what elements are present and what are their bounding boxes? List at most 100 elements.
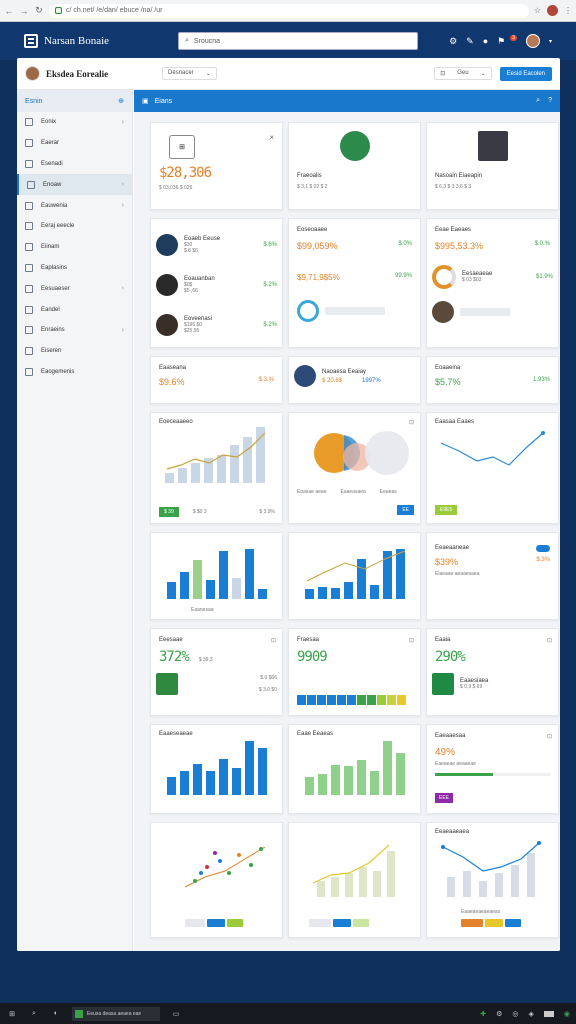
search-icon[interactable]: ⌕ [28,1008,40,1020]
forward-icon[interactable]: → [19,6,29,16]
sidebar-item[interactable]: Eaerar [17,133,132,154]
sidebar-item[interactable]: Eiseren [17,341,132,362]
view-dropdown[interactable]: Desnacer ⌄ [162,67,217,80]
profile-card[interactable]: Nasoain Eiaeapin $ 6,3 $ 3 3,6 $ 3 [426,122,559,210]
nav-icon [25,243,33,252]
bar-chart-card[interactable] [288,532,421,620]
kpi-card[interactable]: Eaeaaesaa ⊡ 49% Eaeaeae aeaaeae EEE [426,724,559,814]
toggle-switch[interactable] [536,545,550,552]
settings-icon[interactable]: ⊡ [547,733,552,740]
window-icon[interactable]: ▭ [170,1008,182,1020]
settings-icon[interactable]: ⚙ [496,1010,502,1018]
nav-icon [25,263,33,272]
sidebar-item[interactable]: Eaogemenis [17,362,132,383]
venn-chart-card[interactable]: ⊡ Eoasae aeae Eaaeasaea Eeaeas EE [288,412,421,524]
bar [344,766,353,795]
card-button[interactable]: EE [397,505,414,515]
wifi-icon[interactable]: ◎ [512,1010,518,1018]
scatter-chart-card[interactable] [150,822,283,938]
settings-icon[interactable]: ● [483,36,488,46]
kpi-card[interactable]: Naoaesa Eeaiay $ 20,6$ 1997% [288,356,421,404]
bar-chart-card[interactable]: Eaanesaa [150,532,283,620]
legend-item: Eaaeasaea [340,489,366,495]
card-sub: $ 39,3 [198,657,213,663]
person-row[interactable]: Eoaeb Eeuse $30 $.6 $6 $.6% [151,225,282,265]
bar-chart-card[interactable]: Eaae Eeaeas [288,724,421,814]
person-row[interactable]: Eoveenasi $196 $0 $25.95 $.2% [151,305,282,345]
toggle-card[interactable]: Eeaeaaneae $39% $.3% Eiaeaae aeaaesaea [426,532,559,620]
sidebar-item-label: Eaerar [41,140,60,147]
settings-icon[interactable]: ⊡ [547,637,552,644]
filter-dropdown[interactable]: ⊡ Geu ⌄ [434,67,492,80]
bar [219,759,228,795]
edge-icon[interactable]: ◐ [50,1008,62,1020]
sidebar-item[interactable]: Eandel [17,299,132,320]
sidebar-item[interactable]: Eaplasins [17,258,132,279]
settings-icon[interactable]: ⊡ [271,637,276,644]
combo-chart-card[interactable]: Eeaeaaeaea Eaaeaeaeaeaeas [426,822,559,938]
sidebar-item[interactable]: Eauwenia › [17,195,132,216]
area-chart-card[interactable] [288,822,421,938]
star-icon[interactable]: ☆ [534,6,541,15]
big-number-card[interactable]: Fraesaa ⊡ 9909 [288,628,421,716]
card-button[interactable]: $ 39 [159,507,179,517]
card-value: $99,059% [297,241,338,251]
user-avatar[interactable] [525,34,540,48]
card-value: 290% [435,649,466,665]
bar-chart-card[interactable]: Eaaeseaeae [150,724,283,814]
start-icon[interactable]: ⊞ [6,1008,18,1020]
info-icon[interactable]: ⊕ [118,97,124,105]
taskbar-app[interactable]: Eeusa deasa aeaea eae [72,1006,160,1021]
chevron-down-icon: ⌄ [205,71,211,77]
volume-icon[interactable]: ◈ [529,1010,534,1018]
sidebar-item[interactable]: Enoaw › [17,174,132,196]
sidebar-item[interactable]: Eeraj eeecle [17,216,132,237]
address-bar[interactable]: c/ ch.net/ /e/dan/ ebuce /na/ /ur [49,3,529,18]
reload-icon[interactable]: ↻ [34,5,44,16]
network-icon[interactable]: ✚ [480,1010,486,1018]
person-row[interactable]: Eoauanban $0$ $5 ,66 $.2% [151,265,282,305]
profile-avatar[interactable] [547,5,558,16]
sidebar-item[interactable]: Eesuaeser › [17,278,132,299]
card-pct: $.0.% [534,241,550,247]
card-value: $ 20,6$ [322,377,343,384]
big-number-card[interactable]: Eaaia ⊡ 290% Eaaesiaea $ 0,9 $ 69 [426,628,559,716]
notification-icon[interactable]: ◉ [564,1010,570,1018]
card-button[interactable]: E9E5 [435,505,458,515]
lock-icon [55,7,62,14]
metric-card[interactable]: Eoseoaaee $99,059% $.0% $9,71,9$5% 99.9% [288,218,421,348]
back-icon[interactable]: ← [4,6,14,16]
gear-icon[interactable]: ⚙ [449,36,457,47]
nav-icon [27,180,35,189]
people-list-card[interactable]: Eoaeb Eeuse $30 $.6 $6 $.6% Eoauanban $0$ $5 ,… [150,218,283,348]
progress-segments [297,695,406,705]
line-chart-card[interactable]: Eaasaa Eaaes E9E5 [426,412,559,524]
metric-card[interactable]: Eeae Eaeaes $995,53.3% $.0.% Eesaeaeae $… [426,218,559,348]
browser-chrome: ← → ↻ c/ ch.net/ /e/dan/ ebuce /na/ /ur … [0,0,576,22]
sidebar-item[interactable]: Esenadi [17,154,132,175]
settings-icon[interactable]: ⊡ [409,637,414,644]
bar-chart-card[interactable]: Eoeceaaeeo $ 39 $ $0 3 $ 3,9% [150,412,283,524]
profile-card[interactable]: Fraeoalis $ 3,1 $ 02 $ 2 [288,122,421,210]
main-title: Eians [154,97,173,105]
settings-icon[interactable]: ⊡ [409,419,414,426]
kpi-card[interactable]: Eaaseana $9.6% $.3.% [150,356,283,404]
card-button[interactable]: EEE [435,793,454,803]
sidebar-item[interactable]: Eonix › [17,112,132,133]
big-number-card[interactable]: Eeesaae ⊡ 372% $ 39,3 $.0 $66 $ 3.0 $0 [150,628,283,716]
primary-button[interactable]: Eesid Eacolen [499,66,552,81]
notification-icon[interactable]: ⚑ [497,36,505,47]
search-input[interactable]: ⌕ Sroucna [178,32,418,50]
chevron-down-icon[interactable]: ▾ [549,38,552,45]
kpi-card[interactable]: Eoaaeina $5.7% 1.93% [426,356,559,404]
close-icon[interactable]: × [269,133,274,142]
card-sub: Eaeaeae aeaaeae [435,761,476,767]
search-icon[interactable]: ⌕ [536,97,540,105]
card-value-2: $9,71,9$5% [297,273,340,282]
bell-icon[interactable]: ✎ [466,36,474,47]
menu-icon[interactable]: ⋮ [564,6,572,15]
summary-card[interactable]: ⊞ × $28,306 $ 03.036 $ 026 [150,122,283,210]
help-icon[interactable]: ? [548,97,552,105]
sidebar-item[interactable]: Eiinam [17,237,132,258]
sidebar-item[interactable]: Enraeins › [17,320,132,341]
